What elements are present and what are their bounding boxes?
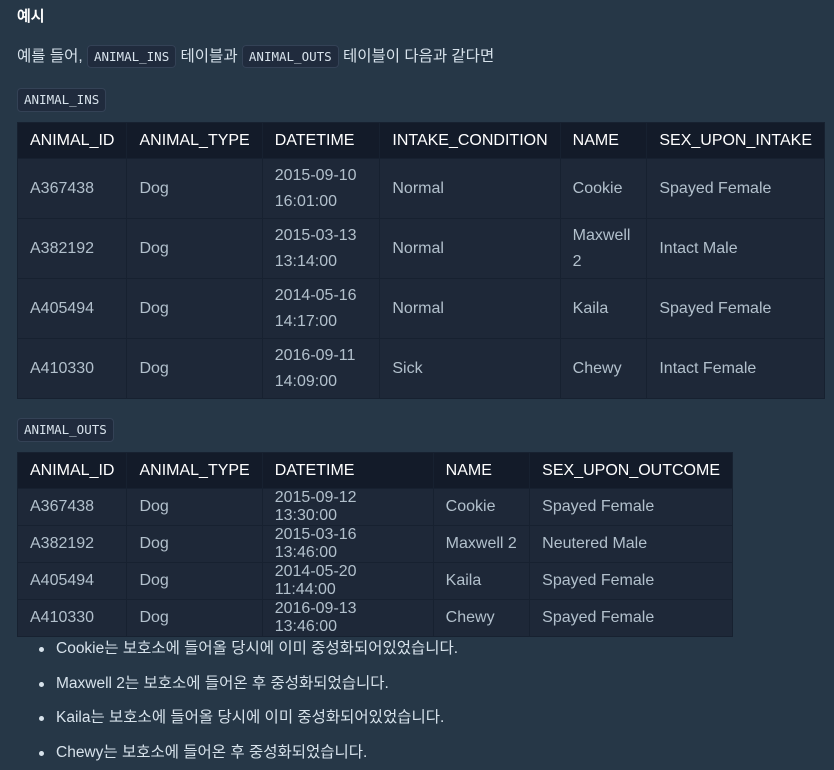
cell-datetime: 2015-03-16 13:46:00 <box>262 526 433 563</box>
cell-animal-id: A410330 <box>18 600 127 637</box>
cell-sex-upon-outcome: Spayed Female <box>530 563 733 600</box>
list-item: Kaila는 보호소에 들어올 당시에 이미 중성화되어있었습니다. <box>39 701 458 736</box>
cell-sex-upon-intake: Intact Female <box>647 339 825 399</box>
table-header-row: ANIMAL_ID ANIMAL_TYPE DATETIME INTAKE_CO… <box>18 123 825 159</box>
cell-datetime: 2015-03-13 13:14:00 <box>262 219 380 279</box>
name-line-1: Cookie <box>573 180 623 197</box>
datetime-time: 16:01:00 <box>275 193 337 210</box>
cell-name: Cookie <box>433 489 530 526</box>
cell-sex-upon-intake: Intact Male <box>647 219 825 279</box>
cell-intake-condition: Normal <box>380 279 560 339</box>
cell-intake-condition: Sick <box>380 339 560 399</box>
cell-intake-condition: Normal <box>380 159 560 219</box>
column-header: SEX_UPON_OUTCOME <box>530 453 733 489</box>
column-header: SEX_UPON_INTAKE <box>647 123 825 159</box>
table-label-animal-ins: ANIMAL_INS <box>17 88 106 112</box>
table-row: A410330 Dog 2016-09-13 13:46:00 Chewy Sp… <box>18 600 733 637</box>
table-row: A367438 Dog 2015-09-10 16:01:00 Normal Co… <box>18 159 825 219</box>
cell-animal-id: A405494 <box>18 563 127 600</box>
table-row: A382192 Dog 2015-03-13 13:14:00 Normal Ma… <box>18 219 825 279</box>
cell-sex-upon-intake: Spayed Female <box>647 279 825 339</box>
intro-text-1: 예를 들어, <box>17 48 87 65</box>
cell-sex-upon-outcome: Spayed Female <box>530 489 733 526</box>
cell-animal-id: A382192 <box>18 219 127 279</box>
column-header: ANIMAL_TYPE <box>127 123 262 159</box>
column-header: INTAKE_CONDITION <box>380 123 560 159</box>
cell-name: Cookie <box>560 159 647 219</box>
cell-animal-type: Dog <box>127 339 262 399</box>
column-header: ANIMAL_ID <box>18 453 127 489</box>
intro-paragraph: 예를 들어, ANIMAL_INS 테이블과 ANIMAL_OUTS 테이블이 … <box>17 44 494 70</box>
inline-code-animal-outs: ANIMAL_OUTS <box>242 45 339 68</box>
cell-datetime: 2014-05-20 11:44:00 <box>262 563 433 600</box>
table-row: A410330 Dog 2016-09-11 14:09:00 Sick Chew… <box>18 339 825 399</box>
cell-name: Chewy <box>433 600 530 637</box>
cell-intake-condition: Normal <box>380 219 560 279</box>
cell-datetime: 2016-09-11 14:09:00 <box>262 339 380 399</box>
cell-name: Kaila <box>433 563 530 600</box>
table-row: A382192 Dog 2015-03-16 13:46:00 Maxwell … <box>18 526 733 563</box>
cell-sex-upon-outcome: Spayed Female <box>530 600 733 637</box>
list-item: Maxwell 2는 보호소에 들어온 후 중성화되었습니다. <box>39 667 458 702</box>
animal-ins-table: ANIMAL_ID ANIMAL_TYPE DATETIME INTAKE_CO… <box>17 122 825 399</box>
datetime-time: 14:17:00 <box>275 313 337 330</box>
datetime-date: 2014-05-16 <box>275 287 357 304</box>
intro-text-2: 테이블과 <box>176 48 242 65</box>
cell-animal-id: A367438 <box>18 489 127 526</box>
cell-datetime: 2015-09-12 13:30:00 <box>262 489 433 526</box>
cell-sex-upon-outcome: Neutered Male <box>530 526 733 563</box>
table-label-animal-outs: ANIMAL_OUTS <box>17 418 114 442</box>
cell-sex-upon-intake: Spayed Female <box>647 159 825 219</box>
list-item: Cookie는 보호소에 들어올 당시에 이미 중성화되어있었습니다. <box>39 632 458 667</box>
datetime-date: 2015-09-10 <box>275 167 357 184</box>
intro-text-3: 테이블이 다음과 같다면 <box>339 48 495 65</box>
cell-datetime: 2016-09-13 13:46:00 <box>262 600 433 637</box>
datetime-date: 2015-03-13 <box>275 227 357 244</box>
column-header: ANIMAL_ID <box>18 123 127 159</box>
table-header-row: ANIMAL_ID ANIMAL_TYPE DATETIME NAME SEX_… <box>18 453 733 489</box>
column-header: DATETIME <box>262 453 433 489</box>
cell-animal-type: Dog <box>127 489 262 526</box>
name-line-1: Kaila <box>573 300 609 317</box>
name-line-1: Chewy <box>573 360 622 377</box>
cell-name: Kaila <box>560 279 647 339</box>
cell-name: Chewy <box>560 339 647 399</box>
cell-animal-id: A382192 <box>18 526 127 563</box>
inline-code-animal-ins: ANIMAL_INS <box>87 45 176 68</box>
name-line-1: Maxwell <box>573 227 631 244</box>
datetime-time: 13:14:00 <box>275 253 337 270</box>
datetime-date: 2016-09-11 <box>275 347 356 364</box>
cell-animal-id: A367438 <box>18 159 127 219</box>
name-line-2: 2 <box>573 253 582 270</box>
cell-datetime: 2015-09-10 16:01:00 <box>262 159 380 219</box>
cell-animal-type: Dog <box>127 219 262 279</box>
cell-animal-id: A405494 <box>18 279 127 339</box>
cell-animal-type: Dog <box>127 563 262 600</box>
section-heading: 예시 <box>17 7 45 27</box>
cell-animal-type: Dog <box>127 526 262 563</box>
column-header: DATETIME <box>262 123 380 159</box>
animal-outs-table: ANIMAL_ID ANIMAL_TYPE DATETIME NAME SEX_… <box>17 452 733 637</box>
cell-name: Maxwell 2 <box>560 219 647 279</box>
cell-name: Maxwell 2 <box>433 526 530 563</box>
column-header: NAME <box>560 123 647 159</box>
table-row: A367438 Dog 2015-09-12 13:30:00 Cookie S… <box>18 489 733 526</box>
cell-animal-type: Dog <box>127 279 262 339</box>
notes-list: Cookie는 보호소에 들어올 당시에 이미 중성화되어있었습니다. Maxw… <box>17 632 458 770</box>
cell-animal-type: Dog <box>127 600 262 637</box>
cell-animal-type: Dog <box>127 159 262 219</box>
table-row: A405494 Dog 2014-05-20 11:44:00 Kaila Sp… <box>18 563 733 600</box>
cell-datetime: 2014-05-16 14:17:00 <box>262 279 380 339</box>
column-header: ANIMAL_TYPE <box>127 453 262 489</box>
list-item: Chewy는 보호소에 들어온 후 중성화되었습니다. <box>39 736 458 770</box>
datetime-time: 14:09:00 <box>275 373 337 390</box>
column-header: NAME <box>433 453 530 489</box>
cell-animal-id: A410330 <box>18 339 127 399</box>
table-row: A405494 Dog 2014-05-16 14:17:00 Normal Ka… <box>18 279 825 339</box>
